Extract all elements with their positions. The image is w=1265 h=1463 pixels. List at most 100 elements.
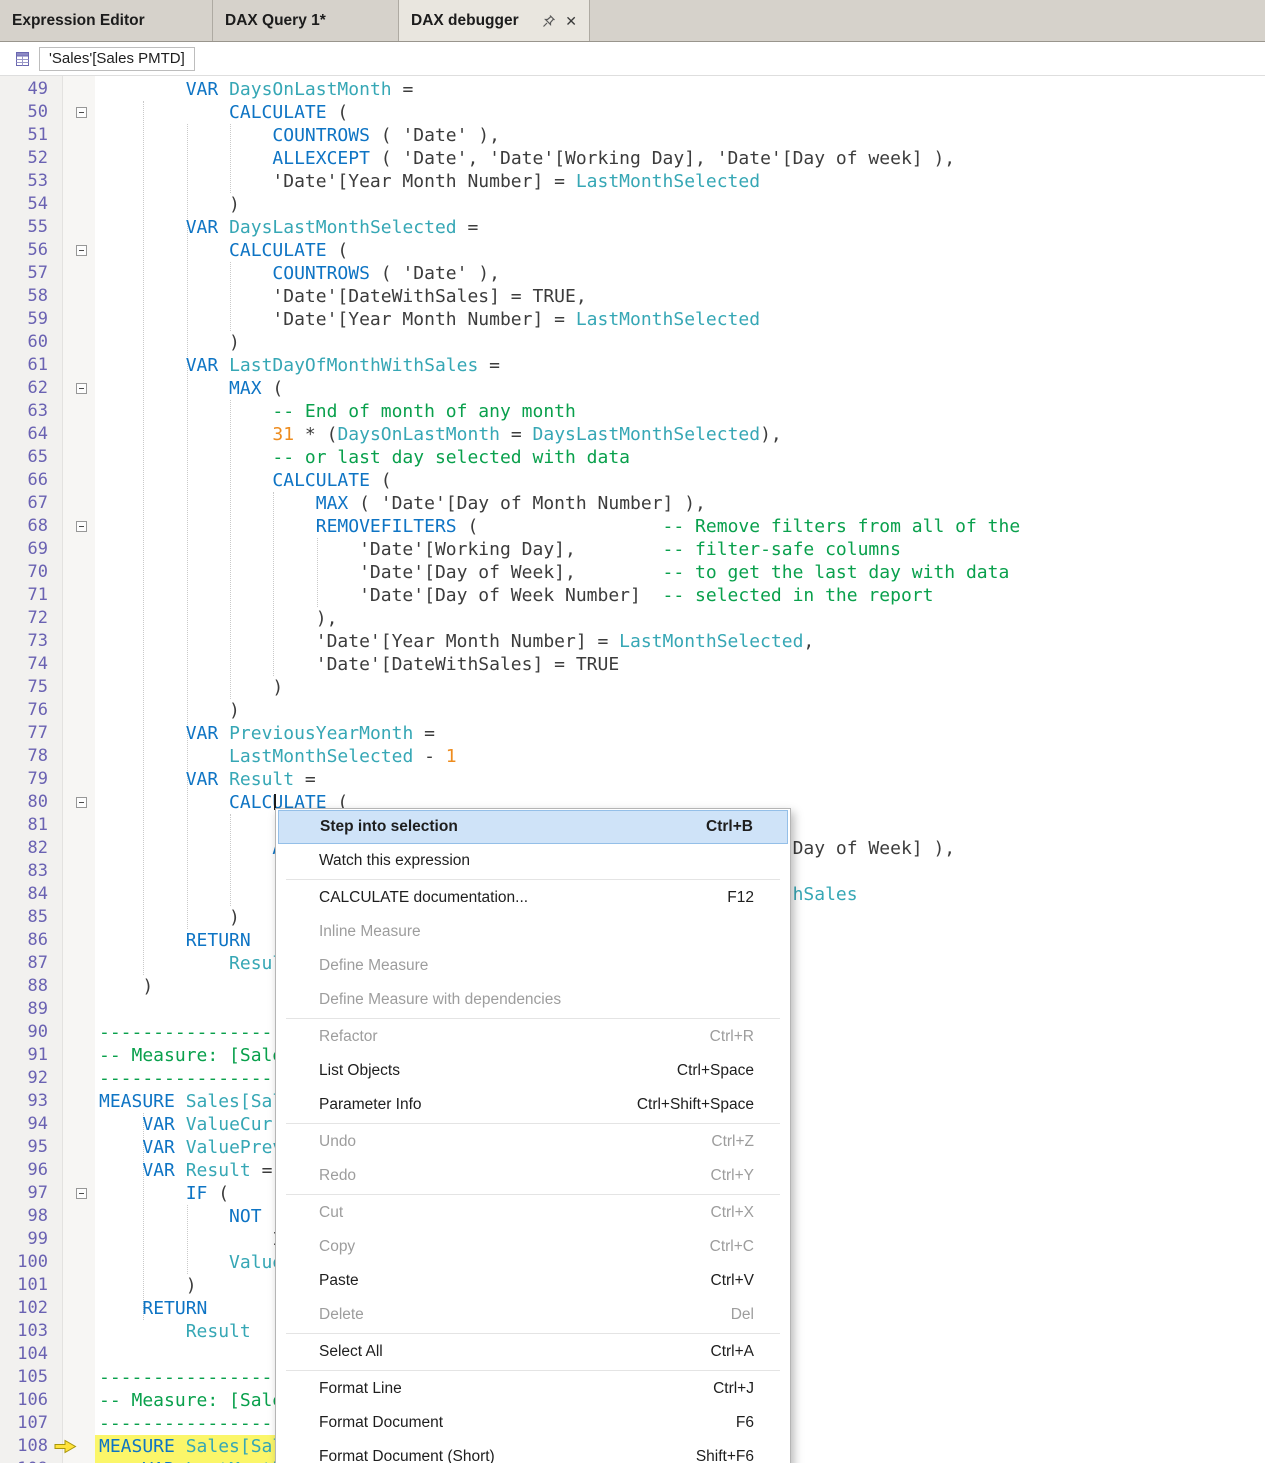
fold-margin [62,1159,95,1182]
menu-item-watch-this-expression[interactable]: Watch this expression [276,844,790,878]
line-number: 91 [0,1044,62,1067]
menu-item-label: Refactor [319,1028,710,1046]
menu-separator [286,1123,780,1124]
fold-margin [62,768,95,791]
code-line-59[interactable]: 59 'Date'[Year Month Number] = LastMonth… [0,308,1265,331]
code-line-61[interactable]: 61 VAR LastDayOfMonthWithSales = [0,354,1265,377]
menu-item-format-line[interactable]: Format LineCtrl+J [276,1372,790,1406]
code-line-70[interactable]: 70 'Date'[Day of Week], -- to get the la… [0,561,1265,584]
line-number: 77 [0,722,62,745]
code-text: REMOVEFILTERS ( -- Remove filters from a… [95,515,1020,538]
code-line-65[interactable]: 65 -- or last day selected with data [0,446,1265,469]
code-line-60[interactable]: 60 ) [0,331,1265,354]
fold-margin [62,1435,95,1458]
code-line-72[interactable]: 72 ), [0,607,1265,630]
fold-margin [62,630,95,653]
code-line-58[interactable]: 58 'Date'[DateWithSales] = TRUE, [0,285,1265,308]
fold-margin [62,1251,95,1274]
code-line-77[interactable]: 77 VAR PreviousYearMonth = [0,722,1265,745]
menu-item-define-measure: Define Measure [276,949,790,983]
fold-margin [62,377,95,400]
code-line-73[interactable]: 73 'Date'[Year Month Number] = LastMonth… [0,630,1265,653]
fold-margin [62,814,95,837]
line-number: 71 [0,584,62,607]
code-text: ) [95,1274,197,1297]
context-menu: Step into selectionCtrl+BWatch this expr… [275,808,791,1463]
code-text: 'Date'[DateWithSales] = TRUE [95,653,619,676]
menu-item-shortcut: F6 [736,1414,754,1432]
menu-item-label: Define Measure with dependencies [319,991,754,1009]
fold-collapse-icon[interactable] [76,1188,87,1199]
menu-item-paste[interactable]: PasteCtrl+V [276,1264,790,1298]
line-number: 80 [0,791,62,814]
code-line-69[interactable]: 69 'Date'[Working Day], -- filter-safe c… [0,538,1265,561]
menu-item-shortcut: Ctrl+R [710,1028,754,1046]
code-line-71[interactable]: 71 'Date'[Day of Week Number] -- selecte… [0,584,1265,607]
code-line-55[interactable]: 55 VAR DaysLastMonthSelected = [0,216,1265,239]
code-line-50[interactable]: 50 CALCULATE ( [0,101,1265,124]
code-line-78[interactable]: 78 LastMonthSelected - 1 [0,745,1265,768]
code-line-79[interactable]: 79 VAR Result = [0,768,1265,791]
line-number: 58 [0,285,62,308]
fold-collapse-icon[interactable] [76,797,87,808]
menu-item-list-objects[interactable]: List ObjectsCtrl+Space [276,1054,790,1088]
code-text: VAR DaysLastMonthSelected = [95,216,478,239]
line-number: 51 [0,124,62,147]
menu-item-select-all[interactable]: Select AllCtrl+A [276,1335,790,1369]
tab-expression-editor[interactable]: Expression Editor [0,0,213,41]
menu-item-format-document[interactable]: Format DocumentF6 [276,1406,790,1440]
menu-item-step-into-selection[interactable]: Step into selectionCtrl+B [278,810,788,844]
fold-margin [62,1228,95,1251]
fold-margin [62,262,95,285]
code-line-52[interactable]: 52 ALLEXCEPT ( 'Date', 'Date'[Working Da… [0,147,1265,170]
fold-margin [62,170,95,193]
menu-item-label: Undo [319,1133,711,1151]
code-line-75[interactable]: 75 ) [0,676,1265,699]
code-line-66[interactable]: 66 CALCULATE ( [0,469,1265,492]
current-measure-path: 'Sales'[Sales PMTD] [39,47,195,71]
line-number: 98 [0,1205,62,1228]
code-text: RETURN [95,929,251,952]
code-text: LastMonthSelected - 1 [95,745,457,768]
menu-item-calculate-documentation[interactable]: CALCULATE documentation...F12 [276,881,790,915]
fold-margin [62,308,95,331]
code-text: VAR PreviousYearMonth = [95,722,435,745]
fold-collapse-icon[interactable] [76,245,87,256]
code-line-67[interactable]: 67 MAX ( 'Date'[Day of Month Number] ), [0,492,1265,515]
menu-item-parameter-info[interactable]: Parameter InfoCtrl+Shift+Space [276,1088,790,1122]
menu-item-shortcut: Ctrl+X [711,1204,755,1222]
fold-margin [62,791,95,814]
menu-item-shortcut: Ctrl+Space [677,1062,754,1080]
code-line-57[interactable]: 57 COUNTROWS ( 'Date' ), [0,262,1265,285]
line-number: 104 [0,1343,62,1366]
pin-icon[interactable] [542,14,556,28]
line-number: 88 [0,975,62,998]
close-tab-icon[interactable]: ✕ [565,14,577,28]
code-line-62[interactable]: 62 MAX ( [0,377,1265,400]
fold-margin [62,1412,95,1435]
code-line-74[interactable]: 74 'Date'[DateWithSales] = TRUE [0,653,1265,676]
code-line-53[interactable]: 53 'Date'[Year Month Number] = LastMonth… [0,170,1265,193]
fold-collapse-icon[interactable] [76,521,87,532]
code-line-56[interactable]: 56 CALCULATE ( [0,239,1265,262]
menu-item-label: Parameter Info [319,1096,637,1114]
code-text: IF ( [95,1182,229,1205]
tab-label: DAX debugger [411,12,519,30]
code-line-68[interactable]: 68 REMOVEFILTERS ( -- Remove filters fro… [0,515,1265,538]
code-line-51[interactable]: 51 COUNTROWS ( 'Date' ), [0,124,1265,147]
menu-item-format-document-short[interactable]: Format Document (Short)Shift+F6 [276,1440,790,1463]
code-line-63[interactable]: 63 -- End of month of any month [0,400,1265,423]
menu-item-label: Redo [319,1167,711,1185]
tab-dax-query-1[interactable]: DAX Query 1* [213,0,399,41]
code-line-64[interactable]: 64 31 * (DaysOnLastMonth = DaysLastMonth… [0,423,1265,446]
line-number: 97 [0,1182,62,1205]
code-text: 'Date'[Day of Week Number] -- selected i… [95,584,933,607]
fold-collapse-icon[interactable] [76,107,87,118]
code-line-49[interactable]: 49 VAR DaysOnLastMonth = [0,78,1265,101]
fold-margin [62,607,95,630]
fold-collapse-icon[interactable] [76,383,87,394]
tab-dax-debugger[interactable]: DAX debugger ✕ [399,0,590,41]
code-line-76[interactable]: 76 ) [0,699,1265,722]
code-line-54[interactable]: 54 ) [0,193,1265,216]
fold-margin [62,676,95,699]
